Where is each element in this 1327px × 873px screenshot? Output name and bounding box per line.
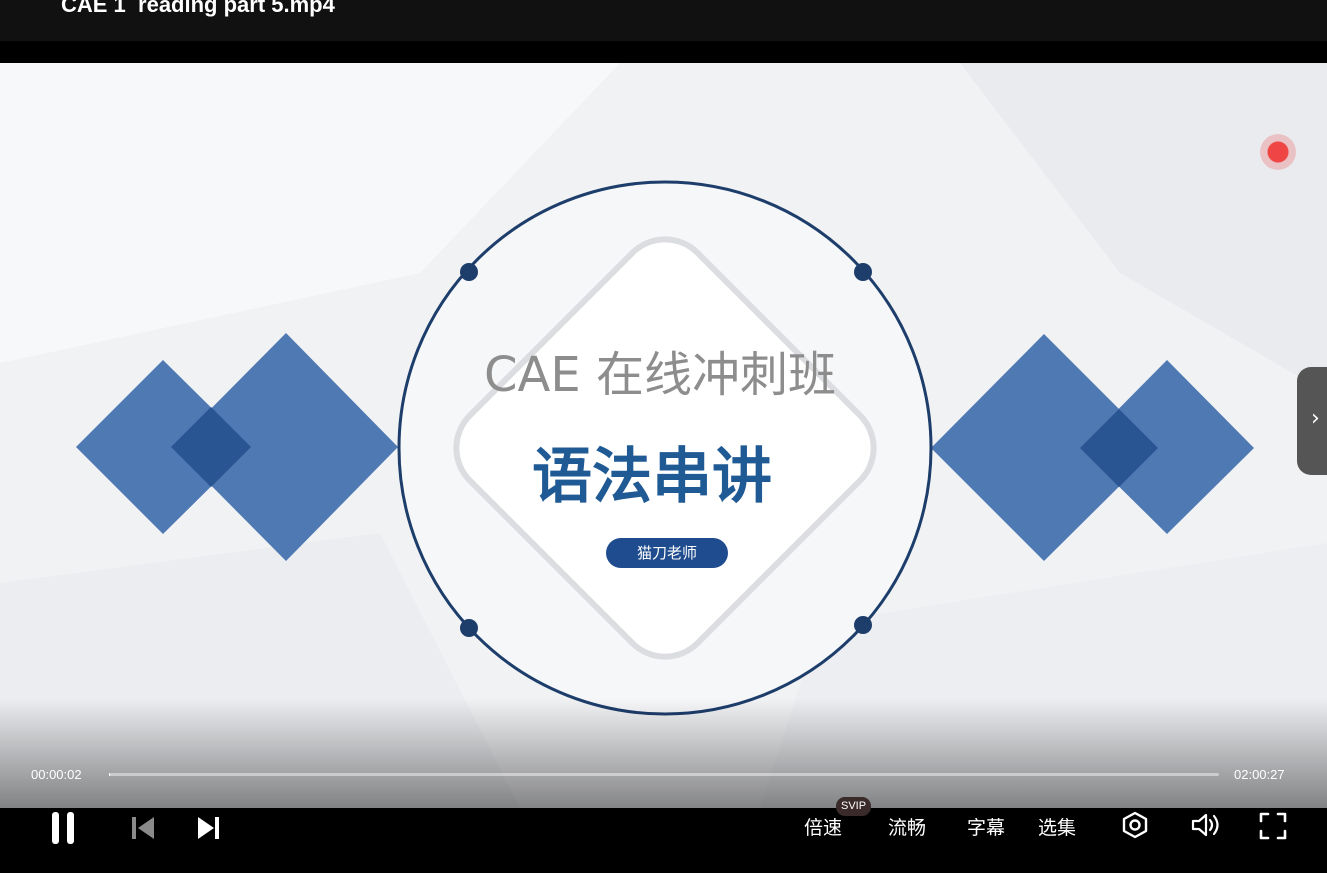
previous-button[interactable]: [131, 816, 155, 840]
circle-dot: [460, 263, 478, 281]
pause-button[interactable]: [50, 811, 76, 845]
volume-button[interactable]: [1191, 811, 1223, 839]
skip-previous-icon: [132, 817, 154, 839]
subtitles-button[interactable]: 字幕: [967, 813, 1005, 840]
slide-heading: CAE 在线冲刺班: [484, 347, 836, 403]
title-bar: CAE 1 reading part 5.mp4: [0, 0, 1327, 41]
chevron-right-icon: ›: [1311, 406, 1320, 431]
circle-dot: [854, 263, 872, 281]
background-shape: [960, 63, 1327, 393]
record-indicator: [1260, 134, 1296, 170]
settings-button[interactable]: [1121, 811, 1149, 839]
current-time: 00:00:02: [31, 767, 82, 782]
pause-icon: [52, 812, 74, 844]
controls-gradient: [0, 698, 1327, 808]
progress-bar[interactable]: [109, 773, 1219, 776]
fullscreen-button[interactable]: [1259, 812, 1287, 840]
skip-next-icon: [198, 817, 219, 839]
speed-button[interactable]: 倍速: [804, 813, 842, 840]
circle-dot: [460, 619, 478, 637]
episodes-button[interactable]: 选集: [1038, 813, 1076, 840]
settings-icon: [1122, 811, 1148, 839]
volume-icon: [1191, 813, 1219, 837]
side-panel-toggle[interactable]: ›: [1297, 367, 1327, 475]
next-button[interactable]: [197, 816, 221, 840]
slide-subtitle: 语法串讲: [532, 442, 772, 512]
fullscreen-icon: [1259, 812, 1287, 840]
circle-dot: [854, 616, 872, 634]
teacher-label: 猫刀老师: [636, 544, 697, 562]
quality-button[interactable]: 流畅: [888, 813, 926, 840]
video-title: CAE 1 reading part 5.mp4: [61, 0, 335, 17]
video-frame[interactable]: CAE 在线冲刺班 语法串讲 猫刀老师 › 00:00:02 02:00:27: [0, 63, 1327, 808]
total-time: 02:00:27: [1234, 767, 1285, 782]
